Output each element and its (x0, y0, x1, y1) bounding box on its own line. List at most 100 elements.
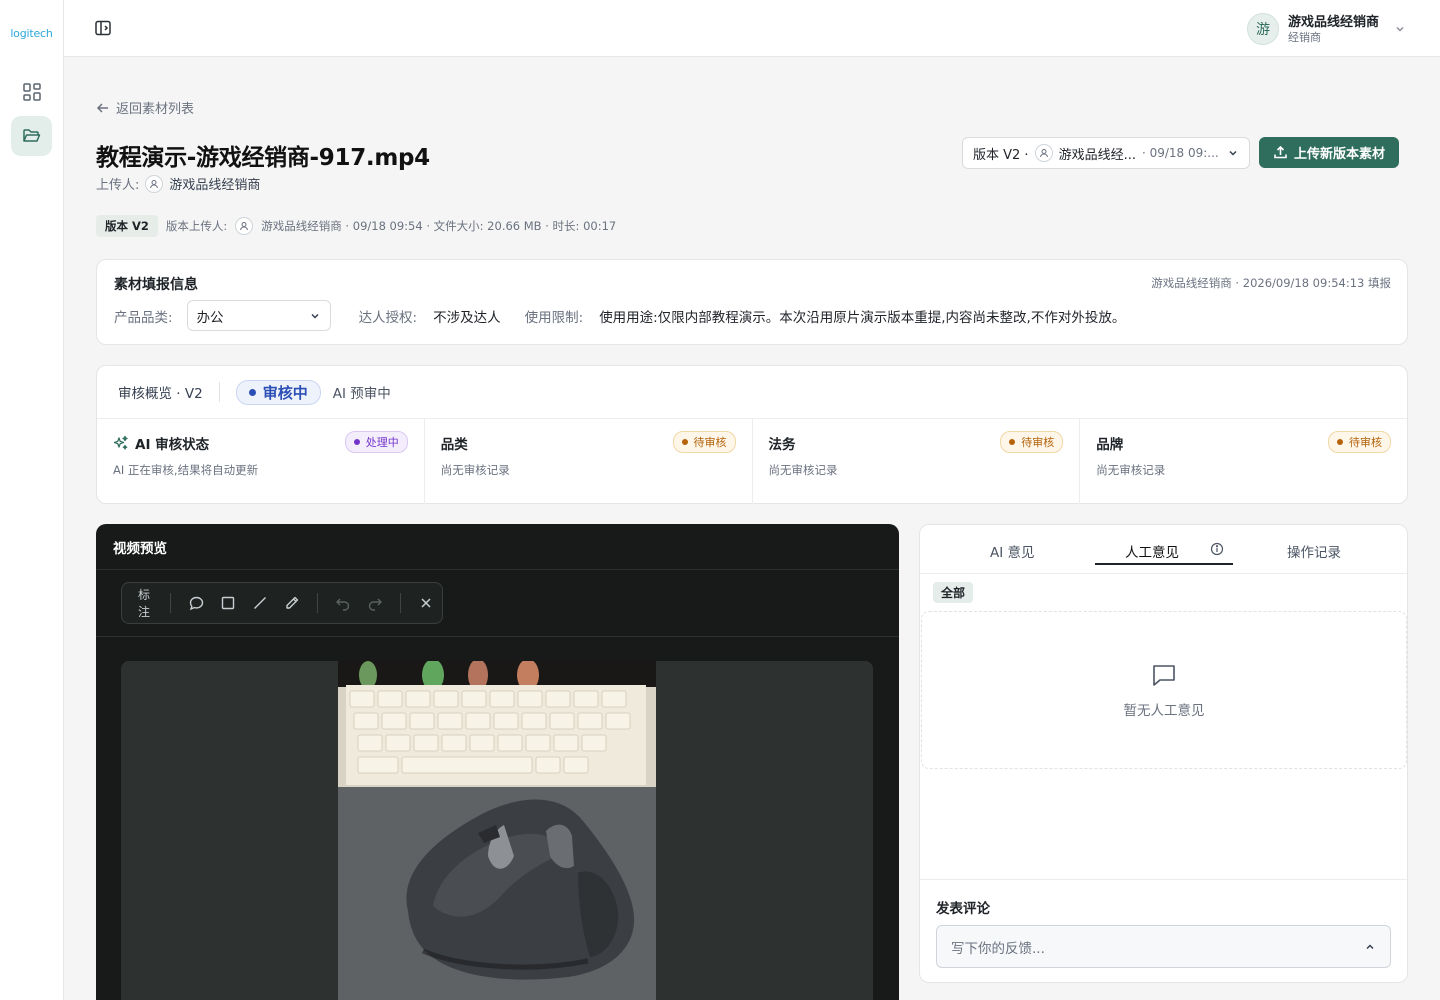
review-col-title-text: AI 审核状态 (135, 437, 210, 453)
review-status-badge: 审核中 (235, 379, 321, 405)
review-col-desc: 尚无审核记录 (440, 463, 510, 477)
talent-label: 达人授权: (358, 309, 418, 326)
upload-icon (1274, 145, 1287, 159)
close-icon (421, 598, 431, 608)
status-badge-text: 待审核 (1021, 436, 1055, 449)
talent-value: 不涉及达人 (433, 309, 501, 326)
category-label: 产品品类: (114, 309, 173, 326)
chevron-down-icon (1396, 26, 1404, 32)
review-col-title: 品类 (440, 437, 468, 453)
category-value: 办公 (196, 309, 224, 326)
status-dot (248, 388, 256, 396)
divider (400, 593, 402, 613)
sidebar-item-dashboard[interactable] (11, 72, 52, 112)
review-overview-card: 审核概览 · V2 审核中 AI 预审中 AI 审核状态 处理中 AI 正在审核… (96, 365, 1408, 504)
limit-label: 使用限制: (524, 309, 584, 326)
user-role: 经销商 (1287, 30, 1321, 44)
folder-open-icon (22, 129, 40, 142)
user-menu[interactable]: 游 游戏品线经销商 经销商 (1246, 12, 1406, 46)
review-col-ai: AI 审核状态 处理中 AI 正在审核,结果将自动更新 (97, 419, 425, 504)
person-icon (145, 174, 164, 193)
review-col-title: 法务 (768, 437, 796, 453)
info-card-title: 素材填报信息 (114, 277, 198, 293)
video-stage[interactable] (121, 661, 873, 1000)
chevron-down-icon (311, 313, 319, 319)
compose-title: 发表评论 (936, 901, 990, 917)
redo-icon (368, 598, 383, 611)
sidebar-toggle-icon (95, 20, 111, 36)
status-badge: 待审核 (1000, 431, 1064, 453)
video-preview-panel: 视频预览 标注 (96, 524, 899, 1000)
status-badge: 待审核 (672, 431, 736, 453)
divider (170, 593, 172, 613)
chevron-down-icon (1229, 150, 1237, 156)
status-badge: 处理中 (344, 431, 408, 453)
grid-icon (22, 83, 41, 101)
limit-value: 使用用途:仅限内部教程演示。本次沿用原片演示版本重提,内容尚未整改,不作对外投放… (599, 309, 1126, 326)
tab-human-opinion[interactable]: 人工意见 (1125, 541, 1179, 561)
tab-ai-opinion[interactable]: AI 意见 (990, 541, 1035, 561)
topbar: 游 游戏品线经销商 经销商 (64, 0, 1440, 57)
annotation-toolbar: 标注 (121, 582, 443, 624)
video-frame (338, 661, 656, 1000)
logitech-logo[interactable]: logitech (0, 27, 63, 40)
filter-all-chip[interactable]: 全部 (933, 582, 974, 603)
empty-state: 暂无人工意见 (921, 611, 1407, 769)
review-col-legal: 法务 待审核 尚无审核记录 (753, 419, 1081, 504)
sparkles-icon (113, 435, 128, 450)
line-tool-button[interactable] (248, 591, 272, 616)
square-icon (221, 596, 235, 610)
version-select-uploader: 游戏品线经... (1058, 147, 1136, 163)
version-select[interactable]: 版本 V2 · 游戏品线经... · 09/18 09:... (962, 137, 1250, 169)
uploader-name: 游戏品线经销商 (169, 178, 261, 193)
version-meta: 版本 V2 版本上传人: 游戏品线经销商 · 09/18 09:54 · 文件大… (96, 215, 616, 237)
message-square-icon (1153, 665, 1175, 686)
pencil-icon (286, 596, 299, 609)
pen-tool-button[interactable] (280, 591, 304, 616)
undo-button[interactable] (331, 591, 355, 616)
upload-button-label: 上传新版本素材 (1293, 147, 1385, 162)
review-col-desc: AI 正在审核,结果将自动更新 (113, 463, 259, 477)
review-col-title: AI 审核状态 (113, 433, 209, 453)
comment-input[interactable]: 写下你的反馈... (936, 925, 1391, 968)
rectangle-tool-button[interactable] (216, 591, 240, 616)
comments-tabs: AI 意见 人工意见 操作记录 (920, 525, 1407, 574)
redo-button[interactable] (363, 591, 387, 616)
comment-placeholder: 写下你的反馈... (951, 940, 1045, 957)
comment-tool-button[interactable] (184, 591, 208, 616)
annotation-toolbar-zone: 标注 (96, 570, 899, 637)
version-badge: 版本 V2 (96, 215, 158, 237)
uploader-label: 上传人: (96, 178, 140, 193)
info-fields: 产品品类: 办公 达人授权: 不涉及达人 使用限制: 使用用途:仅限内部教程演示… (114, 300, 1125, 331)
person-icon (1034, 144, 1053, 162)
empty-text: 暂无人工意见 (1123, 703, 1205, 719)
sidebar-toggle-button[interactable] (94, 19, 112, 37)
review-col-brand: 品牌 待审核 尚无审核记录 (1080, 419, 1407, 504)
user-name: 游戏品线经销商 (1287, 14, 1379, 30)
page-title: 教程演示-游戏经销商-917.mp4 (96, 145, 430, 171)
active-tab-indicator (1095, 563, 1233, 565)
divider (317, 593, 319, 613)
close-annotation-button[interactable] (414, 591, 438, 616)
back-to-list-link[interactable]: 返回素材列表 (96, 98, 194, 117)
tab-operation-log[interactable]: 操作记录 (1287, 541, 1341, 561)
review-col-title: 品牌 (1096, 437, 1124, 453)
person-icon (235, 217, 254, 235)
speech-bubble-icon (189, 596, 203, 610)
avatar: 游 (1246, 13, 1279, 45)
version-meta-details: 游戏品线经销商 · 09/18 09:54 · 文件大小: 20.66 MB ·… (261, 219, 617, 233)
back-label: 返回素材列表 (116, 102, 195, 117)
arrow-left-icon (96, 102, 108, 113)
status-badge-text: 待审核 (1349, 436, 1382, 449)
category-select[interactable]: 办公 (186, 300, 331, 331)
divider (218, 382, 220, 402)
undo-icon (336, 598, 350, 611)
upload-new-version-button[interactable]: 上传新版本素材 (1259, 137, 1399, 168)
info-icon[interactable] (1210, 542, 1224, 560)
review-status-text: 审核中 (262, 383, 308, 402)
version-uploader-label: 版本上传人: (165, 219, 228, 233)
review-col-desc: 尚无审核记录 (1096, 463, 1166, 477)
sidebar-item-materials[interactable] (11, 116, 52, 156)
material-info-card: 素材填报信息 游戏品线经销商 · 2026/09/18 09:54:13 填报 … (96, 259, 1408, 345)
review-col-desc: 尚无审核记录 (768, 463, 838, 477)
